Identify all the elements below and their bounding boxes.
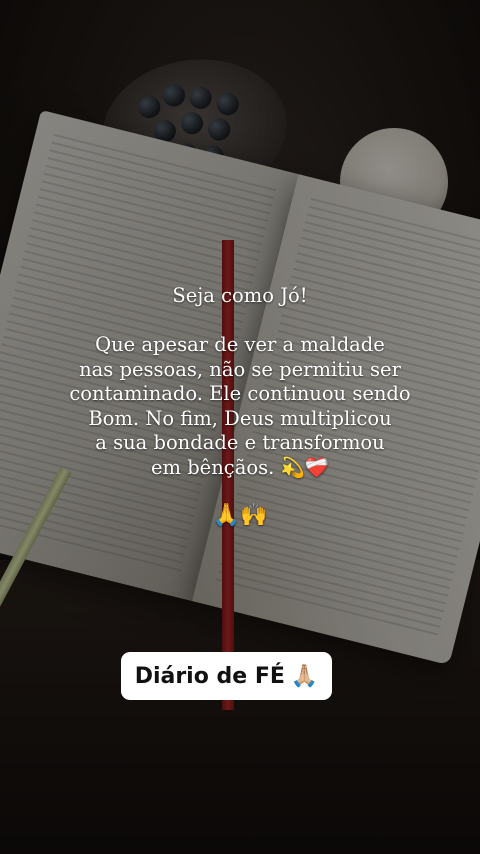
caption-line: nas pessoas, não se permitiu ser [79,357,401,381]
caption-line: Que apesar de ver a maldade [95,333,385,356]
badge-label: Diário de FÉ [134,663,285,689]
praying-hands-emoji-row: 🙏🙌 [212,503,268,528]
caption-line: Bom. No fim, Deus multiplicou [88,406,392,430]
praying-hands-icon: 🙏🏼 [290,663,319,689]
story-canvas: Seja como Jó! Que apesar de ver a maldad… [0,0,480,854]
story-caption: Seja como Jó! Que apesar de ver a maldad… [40,284,440,529]
caption-line: a sua bondade e transformou [95,431,385,454]
caption-line: em bênçãos. 💫❤️‍🩹 [150,455,330,479]
caption-line: contaminado. Ele continuou sendo [69,382,411,405]
caption-title: Seja como Jó! [172,284,308,307]
diario-de-fe-badge[interactable]: Diário de FÉ 🙏🏼 [121,652,332,700]
